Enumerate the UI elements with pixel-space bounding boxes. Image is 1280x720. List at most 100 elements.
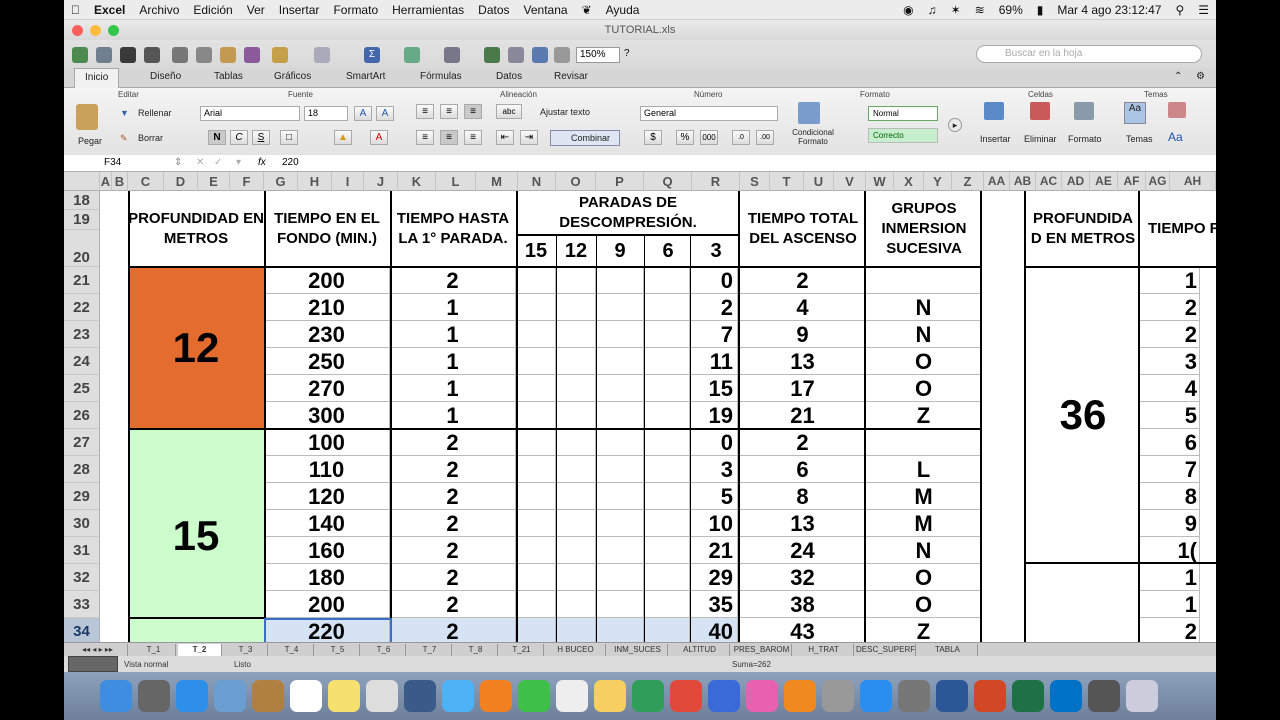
sheet-tab-t_1[interactable]: T_1 bbox=[132, 644, 176, 656]
list-icon[interactable]: ☰ bbox=[1198, 3, 1209, 17]
tab-tablas[interactable]: Tablas bbox=[214, 71, 243, 82]
close-icon[interactable] bbox=[72, 25, 83, 36]
cell-parada-12[interactable] bbox=[556, 591, 596, 618]
cell-parada-6[interactable] bbox=[644, 564, 690, 591]
cell-grupo[interactable]: O bbox=[866, 375, 982, 402]
sheet-tab-t_2[interactable]: T_2 bbox=[178, 644, 222, 656]
cell-tiempo-fondo[interactable]: 200 bbox=[264, 591, 390, 618]
sheet-tab-h buceo[interactable]: H BUCEO bbox=[546, 644, 606, 656]
tab-revisar[interactable]: Revisar bbox=[554, 71, 588, 82]
column-header-l[interactable]: L bbox=[436, 172, 476, 191]
menu-edicion[interactable]: Edición bbox=[193, 3, 232, 17]
tab-inicio[interactable]: Inicio bbox=[74, 68, 120, 88]
cell-tiempo-parada[interactable]: 1 bbox=[390, 348, 516, 375]
column-header-e[interactable]: E bbox=[198, 172, 230, 191]
notes-dock-icon[interactable] bbox=[252, 680, 284, 712]
delete-button[interactable]: Eliminar bbox=[1024, 134, 1057, 144]
cell-parada-12[interactable] bbox=[556, 483, 596, 510]
sheet-tab-desc_superf[interactable]: DESC_SUPERF bbox=[856, 644, 916, 656]
cell-parada-3[interactable]: 29 bbox=[690, 564, 738, 591]
sum-label[interactable]: Suma=262 bbox=[732, 660, 771, 669]
fill-icon[interactable]: ▼ bbox=[120, 108, 129, 118]
align-left-icon[interactable]: ≡ bbox=[416, 130, 434, 145]
paste-clipboard-icon[interactable] bbox=[76, 104, 98, 130]
cell-tiempo-fondo-2[interactable]: 8 bbox=[1140, 483, 1200, 510]
column-header-a[interactable]: A bbox=[100, 172, 112, 191]
cell-parada-9[interactable] bbox=[596, 618, 644, 642]
finder-dock-icon[interactable] bbox=[100, 680, 132, 712]
cell-parada-15[interactable] bbox=[518, 537, 556, 564]
cell-parada-15[interactable] bbox=[518, 483, 556, 510]
search-input[interactable]: Buscar en la hoja bbox=[976, 45, 1202, 63]
record-icon[interactable]: ◉ bbox=[903, 3, 913, 17]
photos-dock-icon[interactable] bbox=[366, 680, 398, 712]
row-header-20[interactable]: 20 bbox=[64, 230, 100, 267]
sort-icon[interactable] bbox=[404, 47, 420, 63]
cell-parada-6[interactable] bbox=[644, 402, 690, 429]
cell-parada-15[interactable] bbox=[518, 294, 556, 321]
format-cells-icon[interactable] bbox=[1074, 102, 1094, 120]
column-header-ah[interactable]: AH bbox=[1170, 172, 1216, 191]
cell-tiempo-parada[interactable]: 1 bbox=[390, 321, 516, 348]
preview-dock-icon[interactable] bbox=[214, 680, 246, 712]
row-header-19[interactable]: 19 bbox=[64, 210, 100, 230]
cell-grupo[interactable]: M bbox=[866, 510, 982, 537]
tab-datos[interactable]: Datos bbox=[496, 71, 522, 82]
column-header-x[interactable]: X bbox=[894, 172, 924, 191]
cell-tiempo-parada[interactable]: 2 bbox=[390, 564, 516, 591]
gallery-icon[interactable] bbox=[484, 47, 500, 63]
cell-tiempo-fondo-2[interactable]: 1 bbox=[1140, 267, 1200, 294]
cell-parada-12[interactable] bbox=[556, 456, 596, 483]
cell-grupo[interactable]: O bbox=[866, 348, 982, 375]
row-header-26[interactable]: 26 bbox=[64, 402, 100, 429]
row-header-22[interactable]: 22 bbox=[64, 294, 100, 321]
cell-parada-3[interactable]: 40 bbox=[690, 618, 738, 642]
cell-parada-3[interactable]: 35 bbox=[690, 591, 738, 618]
cell-tiempo-total[interactable]: 21 bbox=[740, 402, 866, 429]
column-header-n[interactable]: N bbox=[518, 172, 556, 191]
column-header-y[interactable]: Y bbox=[924, 172, 952, 191]
column-header-ae[interactable]: AE bbox=[1090, 172, 1118, 191]
indent-decrease-icon[interactable]: ⇤ bbox=[496, 130, 514, 145]
ribbon-settings-icon[interactable]: ⚙ bbox=[1196, 71, 1205, 82]
cell-parada-15[interactable] bbox=[518, 456, 556, 483]
cell-parada-3[interactable]: 0 bbox=[690, 429, 738, 456]
column-header-z[interactable]: Z bbox=[952, 172, 984, 191]
sheet-tab-pres_barom[interactable]: PRES_BAROM bbox=[732, 644, 792, 656]
delete-cells-icon[interactable] bbox=[1030, 102, 1050, 120]
sheet-tab-inm_suces[interactable]: INM_SUCES bbox=[608, 644, 668, 656]
grow-font-icon[interactable]: A bbox=[354, 106, 372, 121]
cell-parada-12[interactable] bbox=[556, 375, 596, 402]
undo-icon[interactable] bbox=[272, 47, 288, 63]
cell-grupo[interactable]: N bbox=[866, 294, 982, 321]
eraser-icon[interactable]: ✎ bbox=[120, 133, 128, 144]
cell-tiempo-parada[interactable]: 2 bbox=[390, 591, 516, 618]
cell-parada-3[interactable]: 0 bbox=[690, 267, 738, 294]
insert-cells-icon[interactable] bbox=[984, 102, 1004, 120]
format-button[interactable]: Formato bbox=[1068, 134, 1102, 144]
tab-diseno[interactable]: Diseño bbox=[150, 71, 181, 82]
cell-depth-36[interactable]: 36 bbox=[1026, 267, 1140, 563]
bold-button[interactable]: N bbox=[208, 130, 226, 145]
cell-tiempo-parada[interactable]: 1 bbox=[390, 402, 516, 429]
launchpad-dock-icon[interactable] bbox=[138, 680, 170, 712]
cell-tiempo-total[interactable]: 38 bbox=[740, 591, 866, 618]
cell-tiempo-fondo-2[interactable]: 5 bbox=[1140, 402, 1200, 429]
number-format-select[interactable]: General bbox=[640, 106, 778, 121]
script-icon[interactable]: ❦ bbox=[582, 3, 592, 17]
clock[interactable]: Mar 4 ago 23:12:47 bbox=[1057, 3, 1161, 17]
collapse-ribbon-icon[interactable]: ⌃ bbox=[1174, 71, 1182, 82]
cell-parada-3[interactable]: 10 bbox=[690, 510, 738, 537]
spotlight-icon[interactable]: ⚲ bbox=[1175, 3, 1184, 17]
cell-tiempo-fondo[interactable]: 140 bbox=[264, 510, 390, 537]
cell-parada-3[interactable]: 2 bbox=[690, 294, 738, 321]
column-header-b[interactable]: B bbox=[112, 172, 128, 191]
menu-ventana[interactable]: Ventana bbox=[524, 3, 568, 17]
cell-tiempo-total[interactable]: 9 bbox=[740, 321, 866, 348]
theme-colors-icon[interactable] bbox=[1168, 102, 1186, 118]
sheet-tab-tabla[interactable]: TABLA bbox=[918, 644, 978, 656]
styles-more-icon[interactable]: ▸ bbox=[948, 118, 962, 132]
cell-grupo[interactable]: M bbox=[866, 483, 982, 510]
cell-tiempo-fondo-2[interactable]: 7 bbox=[1140, 456, 1200, 483]
cell-tiempo-fondo-2[interactable]: 2 bbox=[1140, 294, 1200, 321]
